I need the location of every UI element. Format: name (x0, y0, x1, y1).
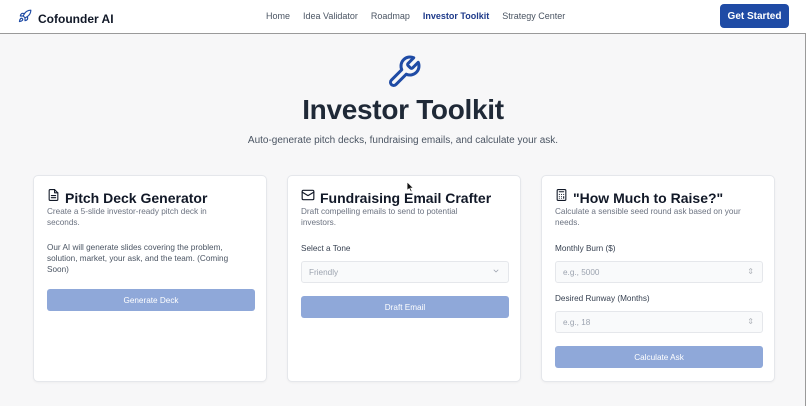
pitch-deck-body: Our AI will generate slides covering the… (47, 242, 228, 275)
nav-idea-validator[interactable]: Idea Validator (303, 11, 358, 21)
monthly-burn-label: Monthly Burn ($) (555, 244, 616, 253)
monthly-burn-input[interactable]: e.g., 5000 ⇕ (555, 261, 763, 283)
desc-line: seconds. (47, 218, 80, 227)
get-started-button[interactable]: Get Started (720, 4, 789, 28)
body-line: solution, market, your ask, and the team… (47, 254, 229, 263)
runway-label: Desired Runway (Months) (555, 294, 650, 303)
brand[interactable]: Cofounder AI (18, 9, 114, 28)
nav-investor-toolkit[interactable]: Investor Toolkit (423, 11, 489, 21)
runway-input[interactable]: e.g., 18 ⇕ (555, 311, 763, 333)
tone-label: Select a Tone (301, 244, 351, 253)
email-crafter-card: Fundraising Email Crafter Draft compelli… (287, 175, 521, 382)
desc-line: investors. (301, 218, 337, 227)
brand-name: Cofounder AI (38, 11, 114, 26)
raise-calculator-description: Calculate a sensible seed round ask base… (555, 206, 741, 228)
nav-roadmap[interactable]: Roadmap (371, 11, 410, 21)
tone-select-value: Friendly (309, 267, 339, 277)
calculator-icon (555, 188, 568, 207)
desc-line: needs. (555, 218, 580, 227)
spinner-icon[interactable]: ⇕ (747, 267, 754, 276)
body-line: Soon) (47, 265, 69, 274)
draft-email-button[interactable]: Draft Email (301, 296, 509, 318)
generate-deck-button[interactable]: Generate Deck (47, 289, 255, 311)
pitch-deck-card: Pitch Deck Generator Create a 5-slide in… (33, 175, 267, 382)
spinner-icon[interactable]: ⇕ (747, 317, 754, 326)
desc-line: Create a 5-slide investor-ready pitch de… (47, 207, 207, 216)
wrench-icon (386, 54, 422, 95)
mouse-cursor-icon (406, 180, 415, 198)
raise-calculator-title: "How Much to Raise?" (573, 189, 724, 206)
desc-line: Draft compelling emails to send to poten… (301, 207, 458, 216)
page-subtitle: Auto-generate pitch decks, fundraising e… (247, 135, 559, 146)
rocket-icon (18, 9, 32, 28)
top-navbar: Cofounder AI Home Idea Validator Roadmap… (0, 0, 806, 34)
raise-calculator-card: "How Much to Raise?" Calculate a sensibl… (541, 175, 775, 382)
desc-line: Calculate a sensible seed round ask base… (555, 207, 741, 216)
nav-strategy-center[interactable]: Strategy Center (502, 11, 565, 21)
runway-placeholder: e.g., 18 (563, 317, 591, 327)
mail-icon (301, 188, 315, 207)
monthly-burn-placeholder: e.g., 5000 (563, 267, 600, 277)
nav-home[interactable]: Home (266, 11, 290, 21)
chevron-down-icon (492, 267, 500, 277)
pitch-deck-description: Create a 5-slide investor-ready pitch de… (47, 206, 207, 228)
page-title: Investor Toolkit (302, 94, 504, 125)
body-line: Our AI will generate slides covering the… (47, 243, 223, 252)
tone-select[interactable]: Friendly (301, 261, 509, 283)
document-icon (47, 188, 60, 207)
pitch-deck-title: Pitch Deck Generator (65, 189, 208, 206)
calculate-ask-button[interactable]: Calculate Ask (555, 346, 763, 368)
main-nav: Home Idea Validator Roadmap Investor Too… (266, 11, 578, 21)
email-crafter-description: Draft compelling emails to send to poten… (301, 206, 458, 228)
